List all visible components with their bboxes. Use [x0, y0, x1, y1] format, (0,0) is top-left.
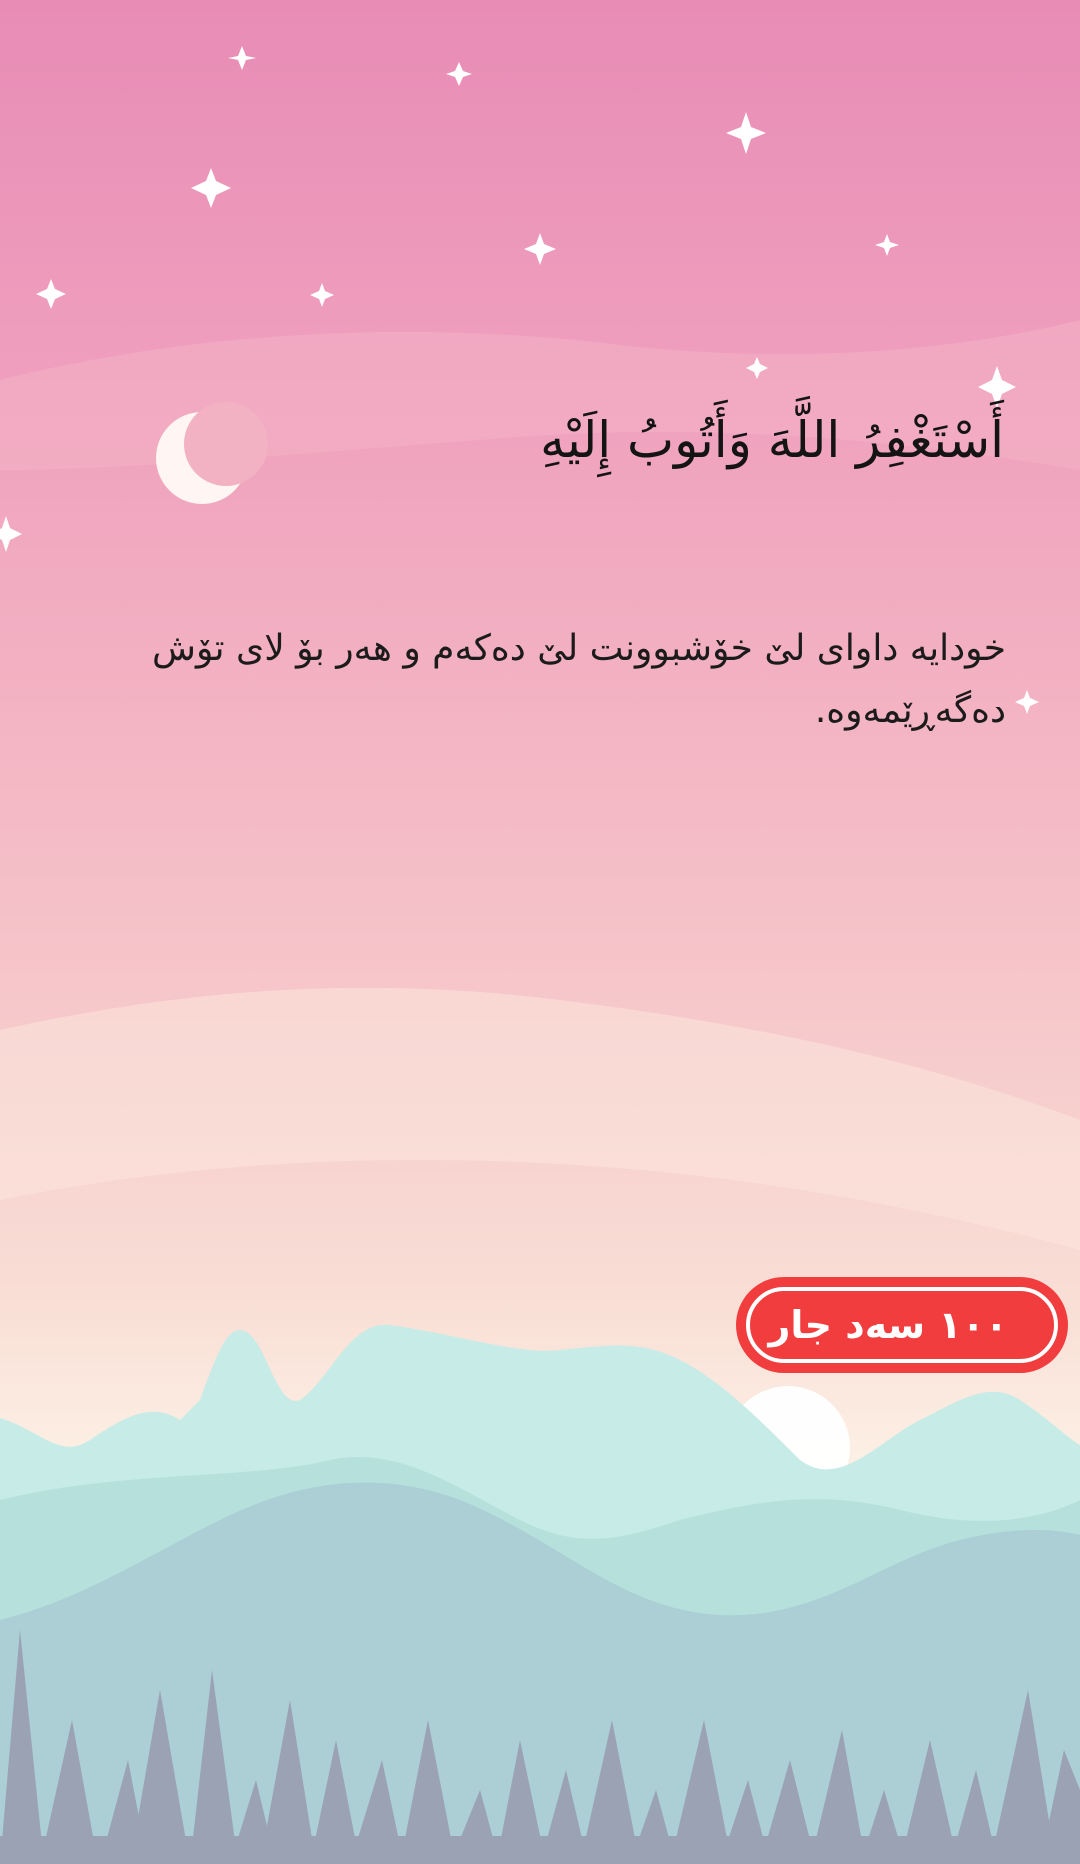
star-icon	[36, 279, 66, 309]
star-icon	[191, 168, 231, 208]
forest-floor	[0, 1836, 1080, 1864]
dhikr-arabic-text: أَسْتَغْفِرُ اللَّهَ وَأَتُوبُ إِلَيْهِ	[540, 411, 1004, 469]
background-landscape	[0, 46, 1080, 1864]
screen: أَسْتَغْفِرُ اللَّهَ وَأَتُوبُ إِلَيْهِ …	[0, 0, 1080, 1864]
dhikr-translation-text: خودایە داوای لێ خۆشبوونت لێ دەکەم و هەر …	[152, 628, 1006, 731]
star-icon	[0, 516, 22, 552]
repeat-count-inner: ١٠٠ سەد جار	[746, 1287, 1058, 1363]
star-icon	[1015, 690, 1039, 714]
star-icon	[524, 233, 556, 265]
star-icon	[310, 283, 334, 307]
repeat-count-button[interactable]: ١٠٠ سەد جار	[736, 1277, 1068, 1373]
haze-band-lower	[0, 987, 1080, 1250]
star-icon	[726, 112, 766, 154]
star-icon	[875, 234, 899, 256]
repeat-count-label: ١٠٠ سەد جار	[768, 1303, 1009, 1347]
star-icon	[446, 62, 472, 86]
star-icon	[228, 46, 256, 70]
